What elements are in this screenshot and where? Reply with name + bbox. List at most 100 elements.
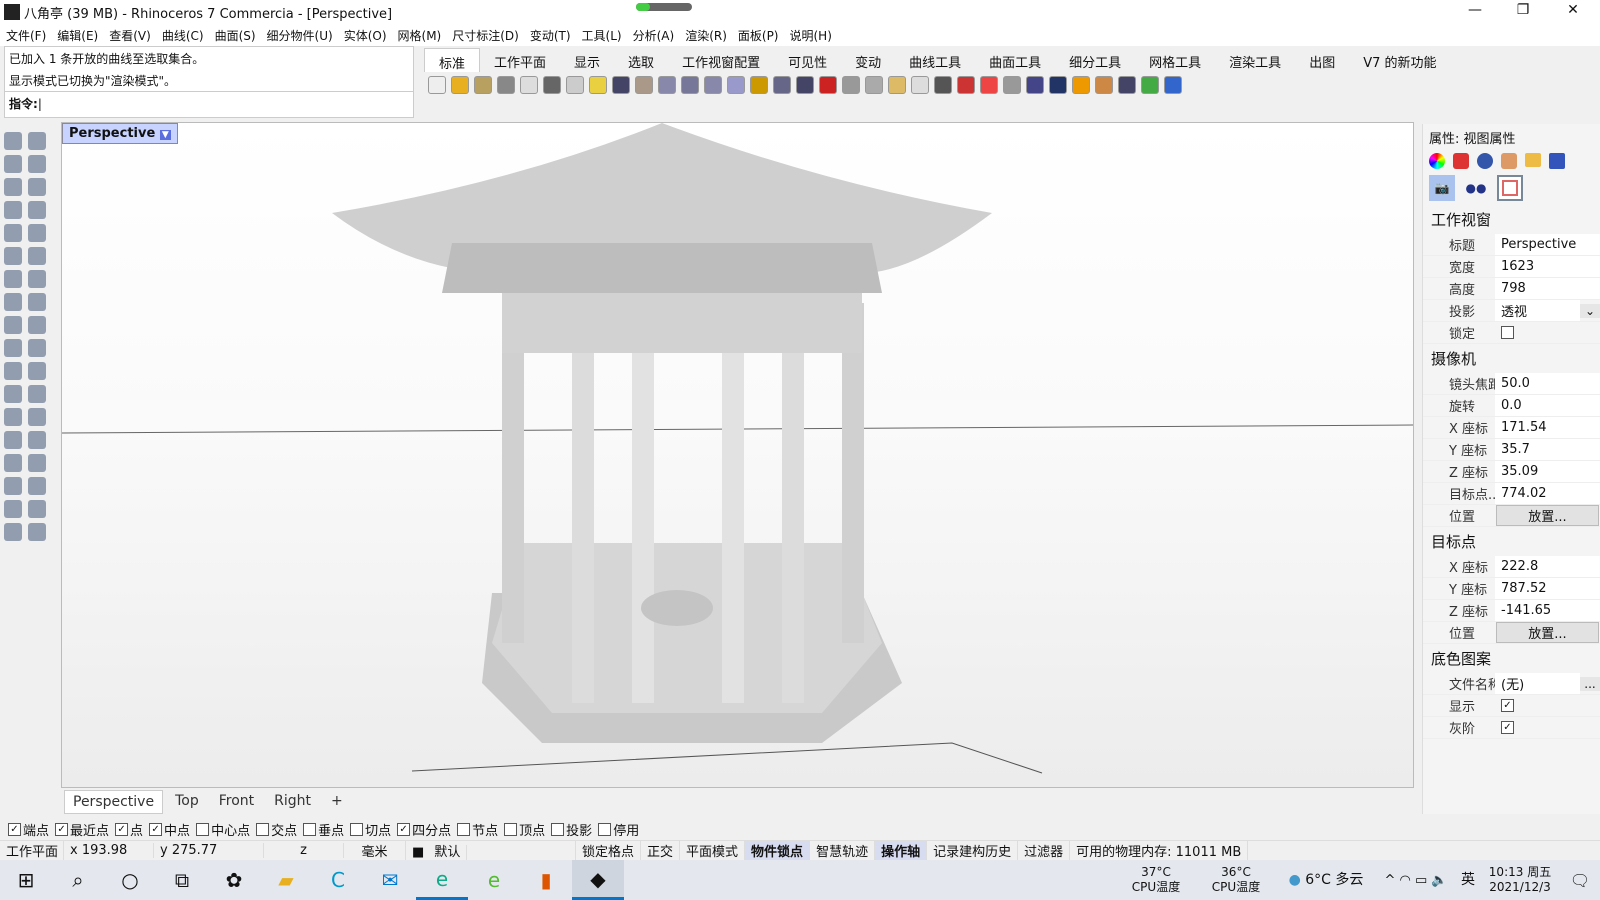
toolbar-tab[interactable]: 细分工具 xyxy=(1055,48,1135,72)
property-checkbox[interactable]: ✓ xyxy=(1495,717,1600,738)
cplane-label[interactable]: 工作平面 xyxy=(0,841,64,860)
left-tool-icon[interactable] xyxy=(28,362,46,380)
left-tool-icon[interactable] xyxy=(4,408,22,426)
left-tool-icon[interactable] xyxy=(4,270,22,288)
property-value[interactable]: Perspective xyxy=(1495,234,1600,255)
minimize-button[interactable]: — xyxy=(1452,2,1498,22)
toolbar-tool-icon[interactable] xyxy=(428,76,446,94)
property-value[interactable]: 222.8 xyxy=(1495,556,1600,577)
menu-item[interactable]: 编辑(E) xyxy=(57,27,98,44)
osnap-checkbox[interactable]: ✓ 中点 xyxy=(149,820,190,839)
viewport-tab[interactable]: Right xyxy=(266,790,319,814)
viewport-title[interactable]: Perspective ▼ xyxy=(62,123,178,144)
app-c-icon[interactable]: C xyxy=(312,860,364,900)
toolbar-tab[interactable]: 曲面工具 xyxy=(975,48,1055,72)
property-value[interactable]: 774.02 xyxy=(1495,483,1600,504)
property-checkbox[interactable] xyxy=(1495,322,1600,343)
status-toggle[interactable]: 物件锁点 xyxy=(745,841,811,860)
viewport-tab[interactable]: Front xyxy=(211,790,262,814)
left-tool-icon[interactable] xyxy=(4,178,22,196)
toolbar-tool-icon[interactable] xyxy=(1072,76,1090,94)
property-value[interactable]: 50.0 xyxy=(1495,373,1600,394)
menu-item[interactable]: 曲线(C) xyxy=(162,27,204,44)
osnap-checkbox[interactable]: ✓ 点 xyxy=(115,820,143,839)
file-explorer-icon[interactable]: ▰ xyxy=(260,860,312,900)
toolbar-tool-icon[interactable] xyxy=(865,76,883,94)
left-tool-icon[interactable] xyxy=(28,477,46,495)
toolbar-tab[interactable]: 显示 xyxy=(560,48,614,72)
toolbar-tool-icon[interactable] xyxy=(1118,76,1136,94)
place-button[interactable]: 放置... xyxy=(1496,505,1599,526)
toolbar-tool-icon[interactable] xyxy=(957,76,975,94)
left-tool-icon[interactable] xyxy=(28,385,46,403)
toolbar-tool-icon[interactable] xyxy=(704,76,722,94)
property-value[interactable]: -141.65 xyxy=(1495,600,1600,621)
osnap-checkbox[interactable]: 交点 xyxy=(256,820,297,839)
osnap-checkbox[interactable]: 节点 xyxy=(457,820,498,839)
left-tool-icon[interactable] xyxy=(28,178,46,196)
osnap-checkbox[interactable]: 投影 xyxy=(551,820,592,839)
left-tool-icon[interactable] xyxy=(4,500,22,518)
left-tool-icon[interactable] xyxy=(4,523,22,541)
osnap-checkbox[interactable]: 垂点 xyxy=(303,820,344,839)
status-toggle[interactable]: 记录建构历史 xyxy=(927,841,1019,860)
toolbar-tab[interactable]: 变动 xyxy=(841,48,895,72)
menu-item[interactable]: 实体(O) xyxy=(344,27,387,44)
layer-label[interactable]: ■ 默认 xyxy=(406,841,576,860)
menu-item[interactable]: 网格(M) xyxy=(398,27,442,44)
chevron-down-icon[interactable]: ⌄ xyxy=(1580,303,1600,318)
viewport-tab[interactable]: Top xyxy=(167,790,207,814)
named-views-icon[interactable]: ●● xyxy=(1463,175,1489,201)
toolbar-tool-icon[interactable] xyxy=(727,76,745,94)
toolbar-tool-icon[interactable] xyxy=(520,76,538,94)
toolbar-tab[interactable]: 标准 xyxy=(424,48,481,72)
app-icon[interactable]: ✿ xyxy=(208,860,260,900)
perspective-viewport[interactable] xyxy=(61,122,1414,788)
property-value[interactable]: 透视 xyxy=(1495,300,1580,321)
notification-icon[interactable]: 🗨 xyxy=(1560,872,1600,888)
left-tool-icon[interactable] xyxy=(28,316,46,334)
toolbar-tool-icon[interactable] xyxy=(750,76,768,94)
menu-item[interactable]: 尺寸标注(D) xyxy=(452,27,519,44)
cortana-icon[interactable]: ○ xyxy=(104,860,156,900)
background-icon[interactable] xyxy=(1497,175,1523,201)
osnap-checkbox[interactable]: 顶点 xyxy=(504,820,545,839)
task-view-icon[interactable]: ⧉ xyxy=(156,860,208,900)
left-tool-icon[interactable] xyxy=(4,247,22,265)
camera-icon[interactable]: 📷 xyxy=(1429,175,1455,201)
windows-start-icon[interactable]: ⊞ xyxy=(0,860,52,900)
browse-button[interactable]: ... xyxy=(1580,676,1600,691)
viewport-tab[interactable]: Perspective xyxy=(64,790,164,814)
left-tool-icon[interactable] xyxy=(28,431,46,449)
toolbar-tool-icon[interactable] xyxy=(497,76,515,94)
left-tool-icon[interactable] xyxy=(28,339,46,357)
toolbar-tab[interactable]: 工作视窗配置 xyxy=(668,48,774,72)
toolbar-tool-icon[interactable] xyxy=(543,76,561,94)
menu-item[interactable]: 工具(L) xyxy=(582,27,622,44)
osnap-checkbox[interactable]: 停用 xyxy=(598,820,639,839)
toolbar-tool-icon[interactable] xyxy=(888,76,906,94)
menu-item[interactable]: 分析(A) xyxy=(633,27,675,44)
toolbar-tab[interactable]: 出图 xyxy=(1295,48,1349,72)
restore-button[interactable]: ❐ xyxy=(1500,2,1546,22)
environment-icon[interactable] xyxy=(1477,153,1493,169)
toolbar-tool-icon[interactable] xyxy=(451,76,469,94)
left-tool-icon[interactable] xyxy=(28,132,46,150)
menu-item[interactable]: 变动(T) xyxy=(530,27,571,44)
left-tool-icon[interactable] xyxy=(4,155,22,173)
toolbar-tool-icon[interactable] xyxy=(1003,76,1021,94)
property-value[interactable]: 787.52 xyxy=(1495,578,1600,599)
status-toggle[interactable]: 过滤器 xyxy=(1018,841,1071,860)
edge-icon[interactable]: e xyxy=(416,860,468,900)
folder-icon[interactable] xyxy=(1525,153,1541,167)
left-tool-icon[interactable] xyxy=(4,316,22,334)
toolbar-tool-icon[interactable] xyxy=(658,76,676,94)
help-icon[interactable] xyxy=(1549,153,1565,169)
left-tool-icon[interactable] xyxy=(4,385,22,403)
toolbar-tool-icon[interactable] xyxy=(566,76,584,94)
left-tool-icon[interactable] xyxy=(28,408,46,426)
toolbar-tool-icon[interactable] xyxy=(1141,76,1159,94)
menu-item[interactable]: 文件(F) xyxy=(6,27,46,44)
left-tool-icon[interactable] xyxy=(28,270,46,288)
toolbar-tool-icon[interactable] xyxy=(1026,76,1044,94)
